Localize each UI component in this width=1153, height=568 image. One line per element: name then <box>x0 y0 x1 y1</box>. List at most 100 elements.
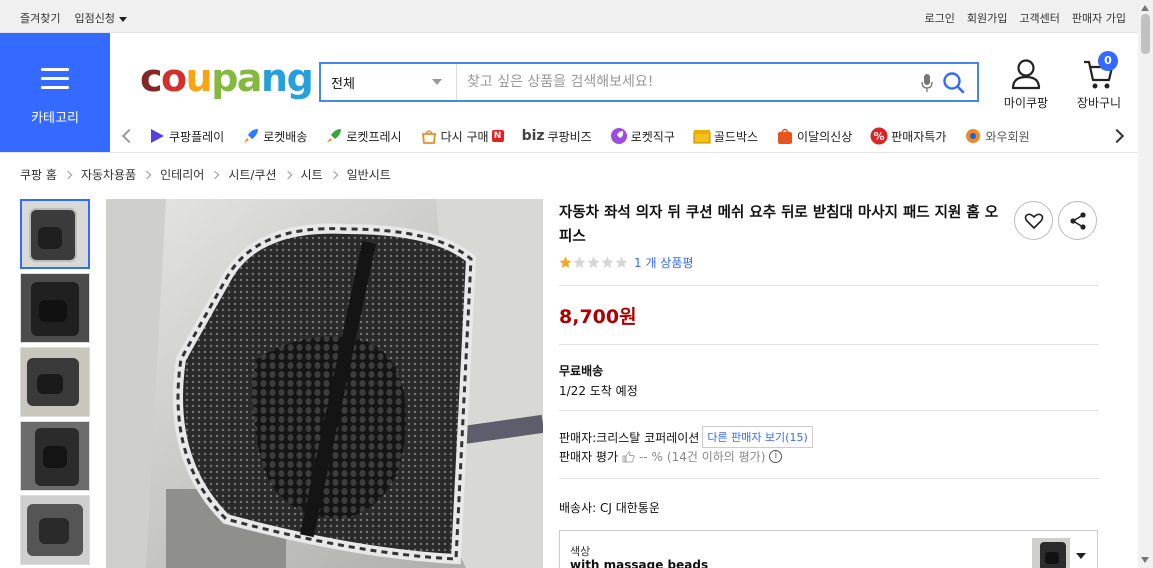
shipping-date: 1/22 도착 예정 <box>559 384 638 398</box>
microphone-icon[interactable] <box>921 74 933 92</box>
chevron-right-icon <box>63 170 73 179</box>
search-category-select[interactable]: 전체 <box>321 64 457 100</box>
favorite-button[interactable] <box>1014 201 1053 240</box>
breadcrumb-item[interactable]: 시트/쿠션 <box>228 166 276 183</box>
search-icon[interactable] <box>941 70 967 96</box>
heart-icon <box>1024 213 1044 229</box>
seller-row: 판매자:크리스탈 코퍼레이션 다른 판매자 보기(15) <box>559 426 813 448</box>
breadcrumb-item[interactable]: 일반시트 <box>347 166 391 183</box>
nav-item-seller-deals[interactable]: % 판매자특가 <box>870 127 946 145</box>
breadcrumb-item[interactable]: 쿠팡 홈 <box>20 166 57 183</box>
breadcrumb-item[interactable]: 자동차용품 <box>81 166 136 183</box>
signup-link[interactable]: 회원가입 <box>967 10 1007 26</box>
chevron-down-icon <box>1076 553 1086 559</box>
carrier: 배송사: CJ 대한통운 <box>559 501 660 515</box>
divider <box>559 285 1099 286</box>
rocket-icon <box>244 129 259 143</box>
thumbs-up-icon <box>622 450 635 462</box>
repurchase-icon <box>421 130 436 144</box>
product-thumbnail[interactable] <box>20 421 90 491</box>
divider <box>559 410 1099 411</box>
scroll-thumb[interactable] <box>1141 14 1150 54</box>
percent-icon: % <box>870 127 888 145</box>
customer-center-link[interactable]: 고객센터 <box>1019 10 1059 26</box>
chevron-right-icon <box>142 170 152 179</box>
scroll-up-icon[interactable] <box>1141 5 1149 11</box>
nav-item-coupang-play[interactable]: 쿠팡플레이 <box>148 127 224 145</box>
thumbnail-list <box>20 199 90 568</box>
nav-item-rocket-delivery[interactable]: 로켓배송 <box>242 127 307 145</box>
review-count-link[interactable]: 1 개 상품평 <box>634 254 693 271</box>
other-sellers-button[interactable]: 다른 판매자 보기(15) <box>702 426 813 448</box>
product-thumbnail[interactable] <box>20 347 90 417</box>
nav-item-repurchase[interactable]: 다시 구매 N <box>420 127 504 145</box>
search-bar: 전체 <box>319 62 979 102</box>
coupang-logo[interactable]: coupang <box>140 56 314 100</box>
nav-item-coupang-biz[interactable]: biz 쿠팡비즈 <box>522 127 592 145</box>
mycoupang-button[interactable]: 마이쿠팡 <box>1000 58 1052 111</box>
category-label: 카테고리 <box>31 111 79 126</box>
share-button[interactable] <box>1058 201 1097 240</box>
gold-box-icon <box>693 130 711 144</box>
nav-prev-icon[interactable] <box>121 128 137 144</box>
seller-apply-link[interactable]: 입점신청 <box>74 10 127 26</box>
user-icon <box>1011 59 1041 90</box>
svg-text:%: % <box>874 130 885 143</box>
rocket-fresh-icon <box>327 129 342 143</box>
option-value: with massage beads <box>570 558 709 568</box>
rating-row: 1 개 상품평 <box>559 254 693 271</box>
header-divider <box>0 152 1138 153</box>
play-icon <box>151 129 164 143</box>
star-icon <box>615 256 628 268</box>
star-icon <box>587 256 600 268</box>
divider <box>559 344 1099 345</box>
bookmark-link[interactable]: 즐겨찾기 <box>20 10 60 26</box>
info-icon[interactable]: i <box>769 450 783 463</box>
product-price: 8,700원 <box>559 306 637 328</box>
divider <box>559 478 1099 479</box>
nav-item-gold-box[interactable]: 골드박스 <box>693 127 758 145</box>
star-icon <box>559 256 572 268</box>
search-input[interactable] <box>457 64 977 100</box>
option-thumbnail <box>1032 538 1070 568</box>
nav-next-icon[interactable] <box>1109 128 1125 144</box>
scroll-down-icon[interactable] <box>1141 557 1149 563</box>
share-icon <box>1070 212 1086 230</box>
seller-signup-link[interactable]: 판매자 가입 <box>1072 10 1126 26</box>
star-icon <box>601 256 614 268</box>
nav-item-new-arrivals[interactable]: 이달의신상 <box>776 127 852 145</box>
product-thumbnail[interactable] <box>20 273 90 343</box>
breadcrumb-item[interactable]: 시트 <box>301 166 323 183</box>
product-thumbnail[interactable] <box>20 199 90 269</box>
wow-icon <box>966 129 981 143</box>
option-label: 색상 <box>570 545 591 558</box>
hamburger-icon <box>41 68 69 95</box>
nav-item-rocket-direct[interactable]: 로켓직구 <box>610 127 675 145</box>
rating-stars <box>559 256 628 269</box>
chevron-right-icon <box>283 170 292 179</box>
page-scrollbar[interactable] <box>1138 0 1153 568</box>
option-select[interactable]: 색상 with massage beads <box>559 530 1098 568</box>
login-link[interactable]: 로그인 <box>925 10 955 26</box>
chevron-down-icon <box>432 79 442 85</box>
product-title: 자동차 좌석 의자 뒤 쿠션 메쉬 요추 뒤로 받침대 마사지 패드 지원 홈 … <box>559 205 999 245</box>
breadcrumb: 쿠팡 홈 자동차용품 인테리어 시트/쿠션 시트 일반시트 <box>20 166 391 183</box>
cart-count-badge: 0 <box>1098 51 1118 71</box>
caret-down-icon <box>118 16 127 22</box>
seller-name: 판매자:크리스탈 코퍼레이션 <box>559 430 700 445</box>
seller-rating-row: 판매자 평가 -- % (14건 이하의 평가) i <box>559 448 783 465</box>
top-utility-bar: 즐겨찾기 입점신청 로그인 회원가입 고객센터 판매자 가입 <box>0 0 1138 33</box>
service-nav: 쿠팡플레이 로켓배송 로켓프레시 다시 구매 N biz 쿠팡비즈 로켓직구 골… <box>118 124 1128 148</box>
shipping-title: 무료배송 <box>559 364 604 378</box>
chevron-right-icon <box>329 170 338 179</box>
product-main-image[interactable] <box>106 199 543 568</box>
category-button[interactable]: 카테고리 <box>0 33 110 152</box>
breadcrumb-item[interactable]: 인테리어 <box>160 166 204 183</box>
product-thumbnail[interactable] <box>20 495 90 565</box>
nav-item-wow[interactable]: 와우회원 <box>964 127 1030 145</box>
nav-item-rocket-fresh[interactable]: 로켓프레시 <box>325 127 402 145</box>
rocket-direct-icon <box>610 128 627 144</box>
star-icon <box>573 256 586 268</box>
cart-button[interactable]: 0 장바구니 <box>1072 51 1126 111</box>
biz-icon: biz <box>521 128 545 144</box>
